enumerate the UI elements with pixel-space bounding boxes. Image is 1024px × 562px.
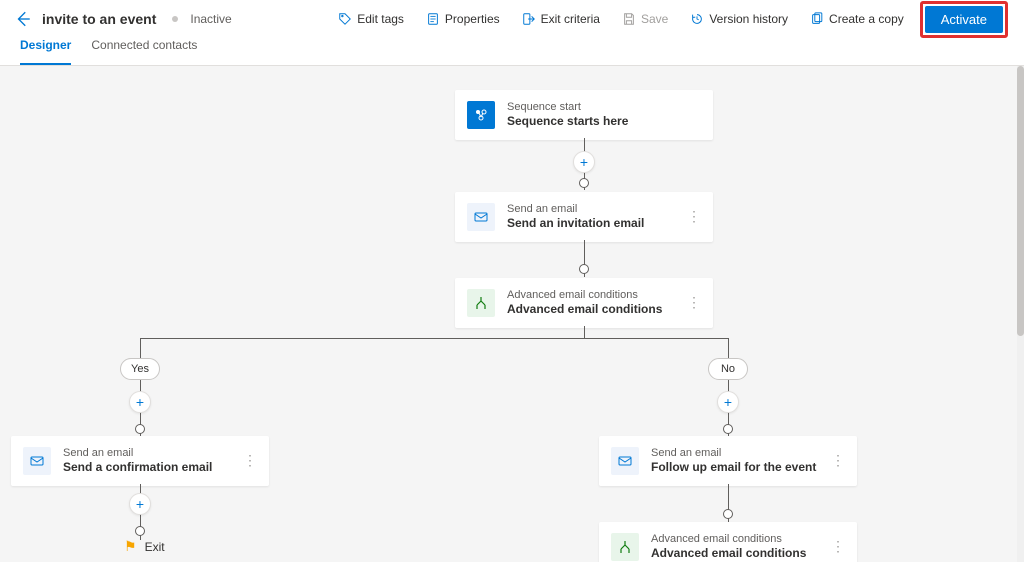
tab-designer-label: Designer: [20, 38, 71, 52]
connector: [584, 326, 585, 338]
email-icon: [23, 447, 51, 475]
version-history-button[interactable]: Version history: [684, 8, 794, 30]
tag-icon: [338, 12, 352, 26]
tabs-bar: Designer Connected contacts: [0, 38, 1024, 66]
email-icon: [611, 447, 639, 475]
activate-highlight: Activate: [920, 1, 1008, 38]
tab-designer[interactable]: Designer: [20, 38, 71, 65]
node-start-title: Sequence starts here: [507, 114, 701, 130]
connector-ring: [135, 526, 145, 536]
connector-ring: [723, 509, 733, 519]
status-dot-icon: [172, 16, 178, 22]
condition-icon: [611, 533, 639, 561]
connector-ring: [723, 424, 733, 434]
node-email1-title: Send an invitation email: [507, 216, 675, 232]
exit-label: Exit: [145, 540, 165, 554]
header-bar: invite to an event Inactive Edit tags Pr…: [0, 0, 1024, 38]
scrollbar-track[interactable]: [1017, 66, 1024, 562]
tab-connected-label: Connected contacts: [91, 38, 197, 52]
save-icon: [622, 12, 636, 26]
sequence-start-icon: [467, 101, 495, 129]
create-copy-button[interactable]: Create a copy: [804, 8, 910, 30]
tab-connected-contacts[interactable]: Connected contacts: [91, 38, 197, 65]
history-icon: [690, 12, 704, 26]
back-button[interactable]: [14, 10, 32, 28]
add-step-button[interactable]: +: [573, 151, 595, 173]
scrollbar-thumb[interactable]: [1017, 66, 1024, 336]
flag-icon: ⚑: [124, 538, 137, 555]
connector: [728, 338, 729, 358]
create-copy-label: Create a copy: [829, 12, 904, 26]
condition-icon: [467, 289, 495, 317]
node-condno-label: Advanced email conditions: [651, 532, 819, 546]
node-more-button[interactable]: ⋮: [687, 294, 701, 311]
status-text: Inactive: [190, 12, 231, 26]
node-email1-label: Send an email: [507, 202, 675, 216]
add-step-button[interactable]: +: [129, 391, 151, 413]
node-emailno-title: Follow up email for the event: [651, 460, 819, 476]
connector: [140, 338, 141, 358]
designer-canvas[interactable]: Sequence start Sequence starts here + Se…: [0, 66, 1017, 562]
node-followup-email[interactable]: Send an email Follow up email for the ev…: [599, 436, 857, 486]
page-title: invite to an event: [42, 11, 156, 27]
edit-tags-label: Edit tags: [357, 12, 404, 26]
node-send-confirmation[interactable]: Send an email Send a confirmation email …: [11, 436, 269, 486]
properties-icon: [426, 12, 440, 26]
node-emailno-label: Send an email: [651, 446, 819, 460]
save-button: Save: [616, 8, 674, 30]
node-cond1-label: Advanced email conditions: [507, 288, 675, 302]
exit-criteria-label: Exit criteria: [541, 12, 600, 26]
node-sequence-start[interactable]: Sequence start Sequence starts here: [455, 90, 713, 140]
activate-button[interactable]: Activate: [925, 6, 1003, 33]
copy-icon: [810, 12, 824, 26]
properties-label: Properties: [445, 12, 500, 26]
arrow-left-icon: [14, 10, 32, 28]
node-more-button[interactable]: ⋮: [687, 208, 701, 225]
branch-yes-label: Yes: [120, 358, 160, 380]
properties-button[interactable]: Properties: [420, 8, 506, 30]
save-label: Save: [641, 12, 668, 26]
connector-ring: [579, 264, 589, 274]
node-condno-title: Advanced email conditions: [651, 546, 819, 562]
node-advanced-conditions[interactable]: Advanced email conditions Advanced email…: [455, 278, 713, 328]
node-exit[interactable]: ⚑ Exit: [124, 538, 165, 555]
version-history-label: Version history: [709, 12, 788, 26]
branch-no-label: No: [708, 358, 748, 380]
node-advanced-conditions-2[interactable]: Advanced email conditions Advanced email…: [599, 522, 857, 562]
exit-criteria-button[interactable]: Exit criteria: [516, 8, 606, 30]
edit-tags-button[interactable]: Edit tags: [332, 8, 410, 30]
node-more-button[interactable]: ⋮: [831, 538, 845, 555]
add-step-button[interactable]: +: [717, 391, 739, 413]
email-icon: [467, 203, 495, 231]
node-emailyes-label: Send an email: [63, 446, 231, 460]
node-send-invitation[interactable]: Send an email Send an invitation email ⋮: [455, 192, 713, 242]
exit-criteria-icon: [522, 12, 536, 26]
connector-ring: [135, 424, 145, 434]
add-step-button[interactable]: +: [129, 493, 151, 515]
node-emailyes-title: Send a confirmation email: [63, 460, 231, 476]
connector: [140, 338, 728, 339]
activate-label: Activate: [941, 12, 987, 27]
node-cond1-title: Advanced email conditions: [507, 302, 675, 318]
node-more-button[interactable]: ⋮: [831, 452, 845, 469]
node-more-button[interactable]: ⋮: [243, 452, 257, 469]
connector-ring: [579, 178, 589, 188]
node-start-label: Sequence start: [507, 100, 701, 114]
